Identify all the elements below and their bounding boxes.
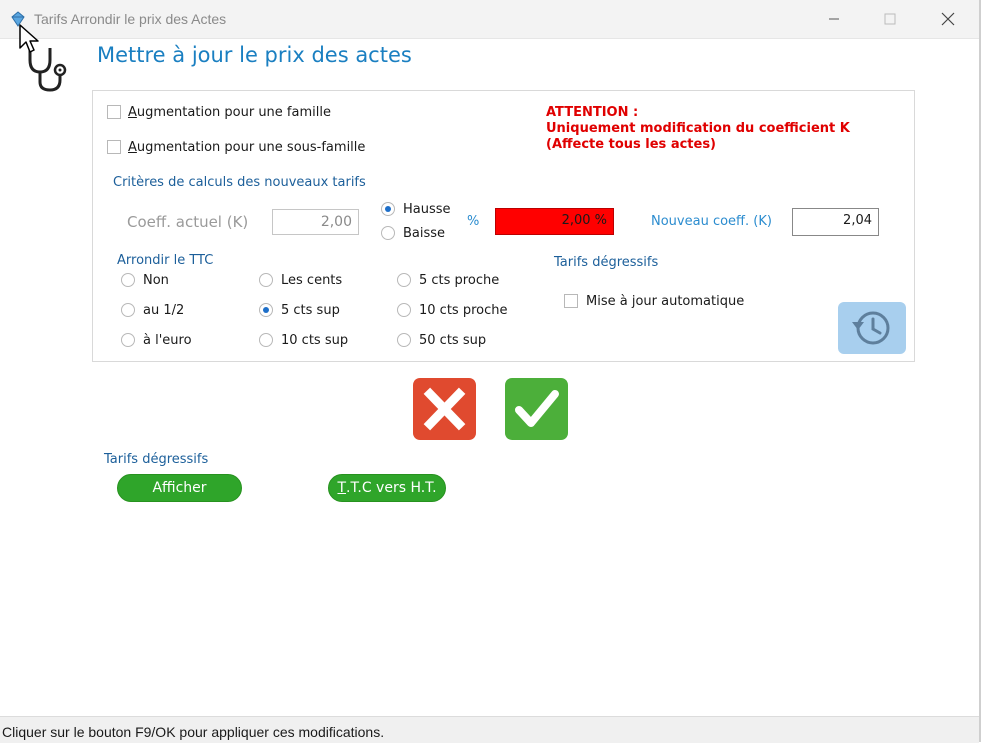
round-10proche-label: 10 cts proche — [419, 303, 508, 318]
round-demi-label: au 1/2 — [143, 303, 185, 318]
ok-button[interactable] — [505, 378, 568, 440]
round-10sup-label: 10 cts sup — [281, 333, 349, 348]
baisse-radio[interactable] — [381, 226, 395, 240]
hausse-radio[interactable] — [381, 202, 395, 216]
nouveau-coeff-label: Nouveau coeff. (K) — [651, 214, 772, 229]
maximize-icon — [884, 13, 896, 25]
percent-symbol: % — [467, 214, 480, 229]
window-title: Tarifs Arrondir le prix des Actes — [34, 11, 227, 27]
round-5proche-label: 5 cts proche — [419, 273, 500, 288]
close-icon — [941, 12, 955, 26]
coeff-actuel-label: Coeff. actuel (K) — [127, 213, 249, 231]
rounding-section-label: Arrondir le TTC — [117, 253, 214, 268]
round-5sup-radio[interactable] — [259, 303, 273, 317]
page-title: Mettre à jour le prix des actes — [97, 43, 412, 67]
auto-update-label: Mise à jour automatique — [586, 294, 745, 309]
minimize-icon — [829, 18, 839, 20]
round-10proche-radio[interactable] — [397, 303, 411, 317]
close-icon — [423, 387, 466, 431]
round-50sup-radio[interactable] — [397, 333, 411, 347]
sous-famille-checkbox[interactable] — [107, 140, 121, 154]
bottom-degressifs-label: Tarifs dégressifs — [104, 452, 209, 467]
ttc-vers-ht-button[interactable]: T .T.C vers H.T. — [328, 474, 446, 502]
round-euro-label: à l'euro — [143, 333, 192, 348]
history-button[interactable] — [838, 302, 906, 354]
baisse-label: Baisse — [403, 226, 446, 241]
round-non-radio[interactable] — [121, 273, 135, 287]
attention-line3: (Affecte tous les actes) — [546, 137, 717, 152]
nouveau-coeff-field[interactable]: 2,04 — [792, 208, 879, 236]
status-text: Cliquer sur le bouton F9/OK pour appliqu… — [2, 724, 385, 740]
round-cents-label: Les cents — [281, 273, 343, 288]
famille-label: Augmentation pour une famille — [128, 105, 331, 120]
sous-famille-label: Augmentation pour une sous-famille — [128, 140, 366, 155]
round-non-label: Non — [143, 273, 169, 288]
percent-field[interactable]: 2,00 % — [495, 208, 614, 235]
round-50sup-label: 50 cts sup — [419, 333, 487, 348]
mouse-cursor-icon — [19, 24, 39, 53]
coeff-actuel-field[interactable]: 2,00 — [272, 209, 359, 235]
round-10sup-radio[interactable] — [259, 333, 273, 347]
afficher-button[interactable]: Afficher — [117, 474, 242, 502]
round-euro-radio[interactable] — [121, 333, 135, 347]
check-icon — [515, 390, 559, 427]
round-cents-radio[interactable] — [259, 273, 273, 287]
round-5proche-radio[interactable] — [397, 273, 411, 287]
degressifs-section-label: Tarifs dégressifs — [554, 255, 659, 270]
famille-checkbox[interactable] — [107, 105, 121, 119]
minimize-button[interactable] — [811, 0, 857, 38]
attention-line1: ATTENTION : — [546, 105, 639, 120]
criteria-section-label: Critères de calculs des nouveaux tarifs — [113, 175, 366, 190]
status-bar: Cliquer sur le bouton F9/OK pour appliqu… — [0, 716, 979, 743]
close-window-button[interactable] — [925, 0, 971, 38]
title-bar: Tarifs Arrondir le prix des Actes — [0, 0, 979, 39]
cancel-button[interactable] — [413, 378, 476, 440]
round-5sup-label: 5 cts sup — [281, 303, 340, 318]
hausse-label: Hausse — [403, 202, 451, 217]
history-icon — [852, 311, 890, 345]
attention-block: ATTENTION : Uniquement modification du c… — [546, 105, 850, 153]
auto-update-checkbox[interactable] — [564, 294, 578, 308]
maximize-button[interactable] — [867, 0, 913, 38]
attention-line2: Uniquement modification du coefficient K — [546, 121, 850, 136]
round-demi-radio[interactable] — [121, 303, 135, 317]
